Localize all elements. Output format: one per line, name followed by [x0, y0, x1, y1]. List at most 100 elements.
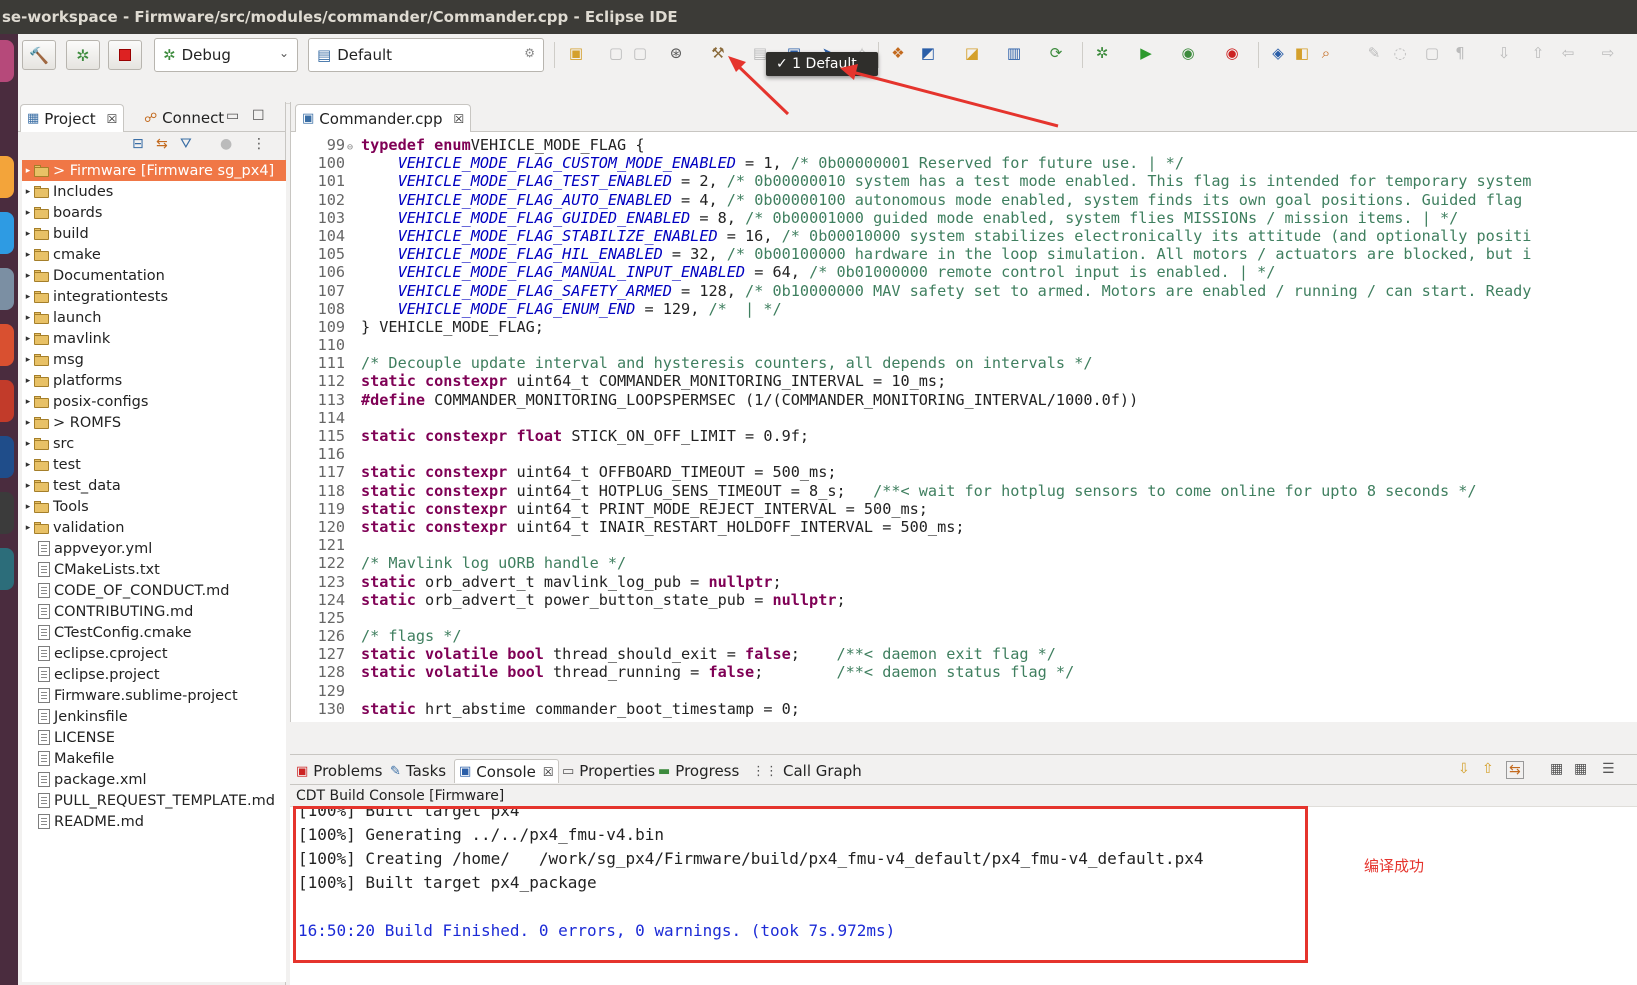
- mark-icon[interactable]: ◌: [1390, 44, 1410, 62]
- expand-caret-icon[interactable]: ▸: [22, 313, 34, 323]
- tab-properties[interactable]: ▭ Properties: [562, 759, 655, 783]
- tree-file-item[interactable]: CMakeLists.txt: [22, 559, 286, 580]
- tree-folder-item[interactable]: ▸ src: [22, 433, 286, 454]
- tab-call-graph[interactable]: ⋮⋮ Call Graph: [752, 759, 862, 783]
- launch-target-combo[interactable]: ▤ Default ⚙: [308, 38, 544, 72]
- close-icon[interactable]: ☒: [453, 112, 464, 126]
- tree-folder-item[interactable]: ▸ integrationtests: [22, 286, 286, 307]
- tree-folder-item[interactable]: ▸ launch: [22, 307, 286, 328]
- view-menu-icon[interactable]: ⋮: [252, 136, 266, 152]
- close-icon[interactable]: ☒: [107, 112, 118, 126]
- annotation-icon[interactable]: ✎: [1364, 44, 1384, 62]
- expand-caret-icon[interactable]: ▸: [22, 166, 34, 176]
- nav-forward-icon[interactable]: ⇨: [1598, 44, 1618, 62]
- launcher-app-icon[interactable]: [0, 492, 14, 534]
- new-class-icon[interactable]: ◩: [918, 44, 938, 62]
- external-tools-icon[interactable]: ◉: [1222, 44, 1242, 62]
- console-menu-icon[interactable]: ☰: [1602, 761, 1615, 777]
- expand-caret-icon[interactable]: ▸: [22, 250, 34, 260]
- tree-file-item[interactable]: package.xml: [22, 769, 286, 790]
- tab-project[interactable]: ▦ Project ☒: [20, 104, 125, 132]
- settings-icon[interactable]: ⊛: [666, 44, 686, 62]
- next-annotation-icon[interactable]: ⇩: [1494, 44, 1514, 62]
- tree-file-item[interactable]: Jenkinsfile: [22, 706, 286, 727]
- scroll-down-icon[interactable]: ⇩: [1458, 761, 1470, 777]
- tree-folder-item[interactable]: ▸ msg: [22, 349, 286, 370]
- tab-tasks[interactable]: ✎ Tasks: [390, 759, 446, 783]
- launcher-app-icon[interactable]: [0, 40, 14, 82]
- scroll-up-icon[interactable]: ⇧: [1482, 761, 1494, 777]
- new-icon[interactable]: ▣: [566, 44, 586, 62]
- tree-file-item[interactable]: CODE_OF_CONDUCT.md: [22, 580, 286, 601]
- pin-console-icon[interactable]: ⇆: [1506, 761, 1524, 779]
- tab-connect[interactable]: ☍ Connect: [138, 104, 230, 132]
- save-icon[interactable]: ▢: [606, 44, 626, 62]
- launch-config-popup[interactable]: ✓ 1 Default: [766, 52, 878, 76]
- filter-icon[interactable]: ⛛: [180, 136, 192, 152]
- tree-folder-item[interactable]: ▸ validation: [22, 517, 286, 538]
- package-icon[interactable]: ❖: [888, 44, 908, 62]
- expand-caret-icon[interactable]: ▸: [22, 502, 34, 512]
- expand-caret-icon[interactable]: ▸: [22, 397, 34, 407]
- launcher-app-icon[interactable]: [0, 156, 14, 198]
- tree-file-item[interactable]: appveyor.yml: [22, 538, 286, 559]
- expand-caret-icon[interactable]: ▸: [22, 334, 34, 344]
- new-file-icon[interactable]: ▥: [1004, 44, 1024, 62]
- maximize-icon[interactable]: ☐: [252, 108, 265, 124]
- coverage-icon[interactable]: ◉: [1178, 44, 1198, 62]
- build-hammer-button[interactable]: 🔨: [22, 40, 56, 70]
- tree-folder-item[interactable]: ▸ cmake: [22, 244, 286, 265]
- tree-file-item[interactable]: eclipse.project: [22, 664, 286, 685]
- run-icon[interactable]: ▶: [1136, 44, 1156, 62]
- expand-caret-icon[interactable]: ▸: [22, 208, 34, 218]
- focus-icon[interactable]: ●: [220, 136, 232, 152]
- nav-icon[interactable]: ⇦: [1558, 44, 1578, 62]
- save-all-icon[interactable]: ▢: [630, 44, 650, 62]
- tree-folder-item[interactable]: ▸ Tools: [22, 496, 286, 517]
- tree-file-item[interactable]: README.md: [22, 811, 286, 832]
- tree-file-item[interactable]: CONTRIBUTING.md: [22, 601, 286, 622]
- launcher-app-icon[interactable]: [0, 212, 14, 254]
- debug-icon[interactable]: ✲: [1092, 44, 1112, 62]
- tree-folder-item[interactable]: ▸ build: [22, 223, 286, 244]
- expand-caret-icon[interactable]: ▸: [22, 187, 34, 197]
- pilcrow-icon[interactable]: ¶: [1450, 44, 1470, 62]
- open-type-icon[interactable]: ◈: [1268, 44, 1288, 62]
- open-console-icon[interactable]: ▦: [1574, 761, 1587, 777]
- tab-problems[interactable]: ▣ Problems: [296, 759, 382, 783]
- minimize-icon[interactable]: ▭: [226, 108, 239, 124]
- tree-folder-item[interactable]: ▸ platforms: [22, 370, 286, 391]
- tree-folder-item[interactable]: ▸ Includes: [22, 181, 286, 202]
- expand-caret-icon[interactable]: ▸: [22, 460, 34, 470]
- launcher-app-icon[interactable]: [0, 268, 14, 310]
- link-editor-icon[interactable]: ⇆: [156, 136, 168, 152]
- debug-bug-button[interactable]: ✲: [66, 40, 100, 70]
- collapse-all-icon[interactable]: ⊟: [132, 136, 144, 152]
- launcher-app-icon[interactable]: [0, 380, 14, 422]
- tree-folder-item[interactable]: ▸ posix-configs: [22, 391, 286, 412]
- tree-folder-item[interactable]: ▸ > ROMFS: [22, 412, 286, 433]
- expand-caret-icon[interactable]: ▸: [22, 271, 34, 281]
- expand-caret-icon[interactable]: ▸: [22, 481, 34, 491]
- tree-folder-item[interactable]: ▸ boards: [22, 202, 286, 223]
- close-icon[interactable]: ☒: [543, 765, 554, 779]
- tree-folder-item[interactable]: ▸ test: [22, 454, 286, 475]
- tab-commander-cpp[interactable]: ▣ Commander.cpp ☒: [295, 104, 472, 132]
- toggle-icon[interactable]: ▢: [1422, 44, 1442, 62]
- expand-caret-icon[interactable]: ▸: [22, 292, 34, 302]
- expand-caret-icon[interactable]: ▸: [22, 439, 34, 449]
- tree-folder-item[interactable]: ▸ > Firmware [Firmware sg_px4]: [22, 160, 286, 181]
- tree-file-item[interactable]: eclipse.cproject: [22, 643, 286, 664]
- launcher-app-icon[interactable]: [0, 436, 14, 478]
- tree-file-item[interactable]: LICENSE: [22, 727, 286, 748]
- tab-console[interactable]: ▣ Console ☒: [454, 759, 559, 783]
- tree-folder-item[interactable]: ▸ mavlink: [22, 328, 286, 349]
- tab-progress[interactable]: ▬ Progress: [658, 759, 739, 783]
- expand-caret-icon[interactable]: ▸: [22, 418, 34, 428]
- expand-caret-icon[interactable]: ▸: [22, 355, 34, 365]
- tree-file-item[interactable]: Makefile: [22, 748, 286, 769]
- launcher-app-icon[interactable]: [0, 548, 14, 590]
- tree-file-item[interactable]: Firmware.sublime-project: [22, 685, 286, 706]
- search-icon[interactable]: ⌕: [1316, 44, 1336, 62]
- tree-file-item[interactable]: CTestConfig.cmake: [22, 622, 286, 643]
